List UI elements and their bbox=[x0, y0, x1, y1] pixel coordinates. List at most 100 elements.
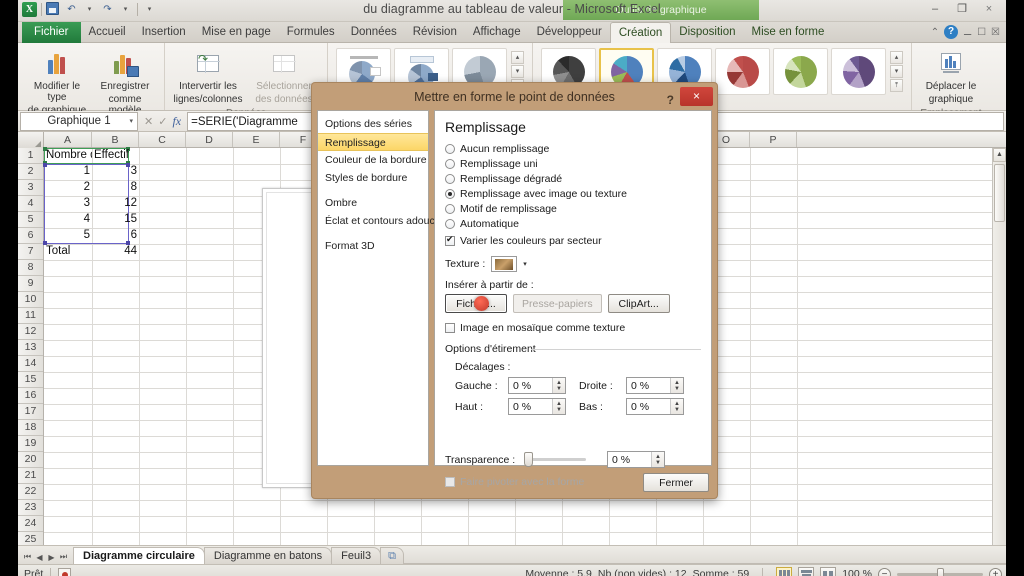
offset-bas-value[interactable]: 0 % bbox=[627, 401, 670, 413]
column-header-E[interactable]: E bbox=[233, 132, 280, 147]
nav-item-remplissage[interactable]: Remplissage bbox=[318, 133, 428, 151]
insert-from-clipboard-button[interactable]: Presse-papiers bbox=[513, 294, 602, 313]
sheet-nav-buttons[interactable]: ⏮ ◀ ▶ ⏭ bbox=[18, 552, 73, 564]
tab-mise-en-forme[interactable]: Mise en forme bbox=[744, 22, 833, 43]
offset-gauche-spinner[interactable]: 0 % ▲ ▼ bbox=[508, 377, 566, 394]
tab-disposition[interactable]: Disposition bbox=[671, 22, 743, 43]
offset-haut-value[interactable]: 0 % bbox=[509, 401, 552, 413]
column-header-D[interactable]: D bbox=[186, 132, 233, 147]
column-header-B[interactable]: B bbox=[92, 132, 139, 147]
tab-mise-en-page[interactable]: Mise en page bbox=[194, 22, 279, 43]
styles-more-icon[interactable]: ⤒ bbox=[890, 79, 903, 92]
cell-A7[interactable]: Total bbox=[44, 244, 92, 260]
texture-picker[interactable] bbox=[491, 256, 518, 272]
row-header-21[interactable]: 21 bbox=[18, 468, 43, 484]
cell-B4[interactable]: 12 bbox=[92, 196, 139, 212]
checkbox-icon[interactable] bbox=[445, 322, 455, 333]
column-header-P[interactable]: P bbox=[750, 132, 797, 147]
close-button[interactable]: × bbox=[976, 1, 1002, 18]
row-header-2[interactable]: 2 bbox=[18, 164, 43, 180]
tab-developpeur[interactable]: Développeur bbox=[529, 22, 610, 43]
help-icon[interactable]: ? bbox=[944, 25, 959, 39]
row-header-18[interactable]: 18 bbox=[18, 420, 43, 436]
row-header-22[interactable]: 22 bbox=[18, 484, 43, 500]
radio-icon[interactable] bbox=[445, 203, 455, 214]
layouts-scroll-down-icon[interactable]: ▾ bbox=[511, 65, 524, 78]
nav-item-styles-de-bordure[interactable]: Styles de bordure bbox=[318, 169, 428, 187]
accept-formula-icon[interactable]: ✓ bbox=[158, 115, 167, 128]
sheet-tab-feuil3[interactable]: Feuil3 bbox=[331, 547, 382, 564]
move-chart-button[interactable]: Déplacer le graphique bbox=[918, 47, 984, 107]
insert-from-file-button[interactable]: Fichier... bbox=[445, 294, 507, 313]
select-all-corner[interactable] bbox=[18, 132, 44, 148]
last-sheet-icon[interactable]: ⏭ bbox=[58, 552, 69, 562]
row-header-4[interactable]: 4 bbox=[18, 196, 43, 212]
fill-option-remplissage-degrade[interactable]: Remplissage dégradé bbox=[445, 171, 701, 186]
offset-bas-spinner[interactable]: 0 % ▲ ▼ bbox=[626, 398, 684, 415]
collapse-ribbon-icon[interactable]: ⌃ bbox=[931, 27, 939, 38]
zoom-in-button[interactable]: + bbox=[989, 567, 1002, 576]
tab-insertion[interactable]: Insertion bbox=[134, 22, 194, 43]
row-header-23[interactable]: 23 bbox=[18, 500, 43, 516]
row-header-12[interactable]: 12 bbox=[18, 324, 43, 340]
nav-item-ombre[interactable]: Ombre bbox=[318, 194, 428, 212]
tab-accueil[interactable]: Accueil bbox=[81, 22, 134, 43]
page-break-view-button[interactable] bbox=[820, 567, 837, 576]
cell-A1[interactable]: Nombre de f bbox=[44, 148, 92, 164]
styles-scroll-up-icon[interactable]: ▴ bbox=[890, 51, 903, 64]
offset-droite-value[interactable]: 0 % bbox=[627, 380, 670, 392]
sheet-tab-diagramme-circulaire[interactable]: Diagramme circulaire bbox=[73, 547, 205, 564]
scroll-up-icon[interactable]: ▲ bbox=[993, 148, 1006, 162]
fill-option-automatique[interactable]: Automatique bbox=[445, 216, 701, 231]
record-macro-icon[interactable] bbox=[58, 567, 72, 576]
cell-B6[interactable]: 6 bbox=[92, 228, 139, 244]
row-header-9[interactable]: 9 bbox=[18, 276, 43, 292]
zoom-level[interactable]: 100 % bbox=[842, 568, 872, 576]
doc-minimize-icon[interactable]: ⚊ bbox=[963, 27, 972, 38]
select-data-button[interactable]: Sélectionner des données bbox=[247, 47, 321, 107]
transparency-spinner[interactable]: 0 % ▲ ▼ bbox=[607, 451, 665, 468]
row-header-25[interactable]: 25 bbox=[18, 532, 43, 545]
row-header-7[interactable]: 7 bbox=[18, 244, 43, 260]
chart-style-6[interactable] bbox=[831, 48, 886, 95]
cell-A4[interactable]: 3 bbox=[44, 196, 92, 212]
cell-A3[interactable]: 2 bbox=[44, 180, 92, 196]
name-box[interactable]: Graphique 1 ▾ bbox=[20, 111, 138, 131]
radio-icon[interactable] bbox=[445, 143, 455, 154]
change-chart-type-button[interactable]: Modifier le type de graphique bbox=[24, 47, 90, 118]
row-header-6[interactable]: 6 bbox=[18, 228, 43, 244]
insert-function-icon[interactable]: fx bbox=[172, 114, 181, 129]
radio-icon[interactable] bbox=[445, 188, 455, 199]
texture-dropdown-icon[interactable]: ▾ bbox=[523, 260, 527, 268]
spinner-arrows-icon[interactable]: ▲ ▼ bbox=[670, 378, 683, 393]
fill-option-motif-de-remplissage[interactable]: Motif de remplissage bbox=[445, 201, 701, 216]
nav-item-format-3d[interactable]: Format 3D bbox=[318, 237, 428, 255]
window-controls[interactable]: – ❐ × bbox=[922, 1, 1002, 18]
tab-revision[interactable]: Révision bbox=[405, 22, 465, 43]
tab-formules[interactable]: Formules bbox=[279, 22, 343, 43]
row-header-5[interactable]: 5 bbox=[18, 212, 43, 228]
switch-row-column-button[interactable]: ↷ Intervertir les lignes/colonnes bbox=[171, 47, 245, 107]
cell-B1[interactable]: Effectif bbox=[92, 148, 139, 164]
tab-affichage[interactable]: Affichage bbox=[465, 22, 529, 43]
tab-creation[interactable]: Création bbox=[609, 22, 672, 44]
spinner-arrows-icon[interactable]: ▲ ▼ bbox=[670, 399, 683, 414]
chart-style-4[interactable] bbox=[715, 48, 770, 95]
row-header-19[interactable]: 19 bbox=[18, 436, 43, 452]
save-as-template-button[interactable]: Enregistrer comme modèle bbox=[92, 47, 158, 118]
offset-haut-spinner[interactable]: 0 % ▲ ▼ bbox=[508, 398, 566, 415]
dialog-nav-list[interactable]: Options des séries Remplissage Couleur d… bbox=[317, 110, 442, 466]
doc-restore-icon[interactable]: ☐ bbox=[977, 27, 986, 38]
page-layout-view-button[interactable] bbox=[798, 567, 815, 576]
fill-option-remplissage-avec-image-ou-texture[interactable]: Remplissage avec image ou texture bbox=[445, 186, 701, 201]
cell-A6[interactable]: 5 bbox=[44, 228, 92, 244]
normal-view-button[interactable] bbox=[776, 567, 793, 576]
tile-texture-checkbox-row[interactable]: Image en mosaïque comme texture bbox=[445, 320, 701, 335]
transparency-slider-thumb[interactable] bbox=[524, 452, 533, 467]
cell-B7[interactable]: 44 bbox=[92, 244, 139, 260]
nav-item-couleur-de-la-bordure[interactable]: Couleur de la bordure bbox=[318, 151, 428, 169]
row-header-20[interactable]: 20 bbox=[18, 452, 43, 468]
row-header-24[interactable]: 24 bbox=[18, 516, 43, 532]
row-header-15[interactable]: 15 bbox=[18, 372, 43, 388]
fill-option-remplissage-uni[interactable]: Remplissage uni bbox=[445, 156, 701, 171]
